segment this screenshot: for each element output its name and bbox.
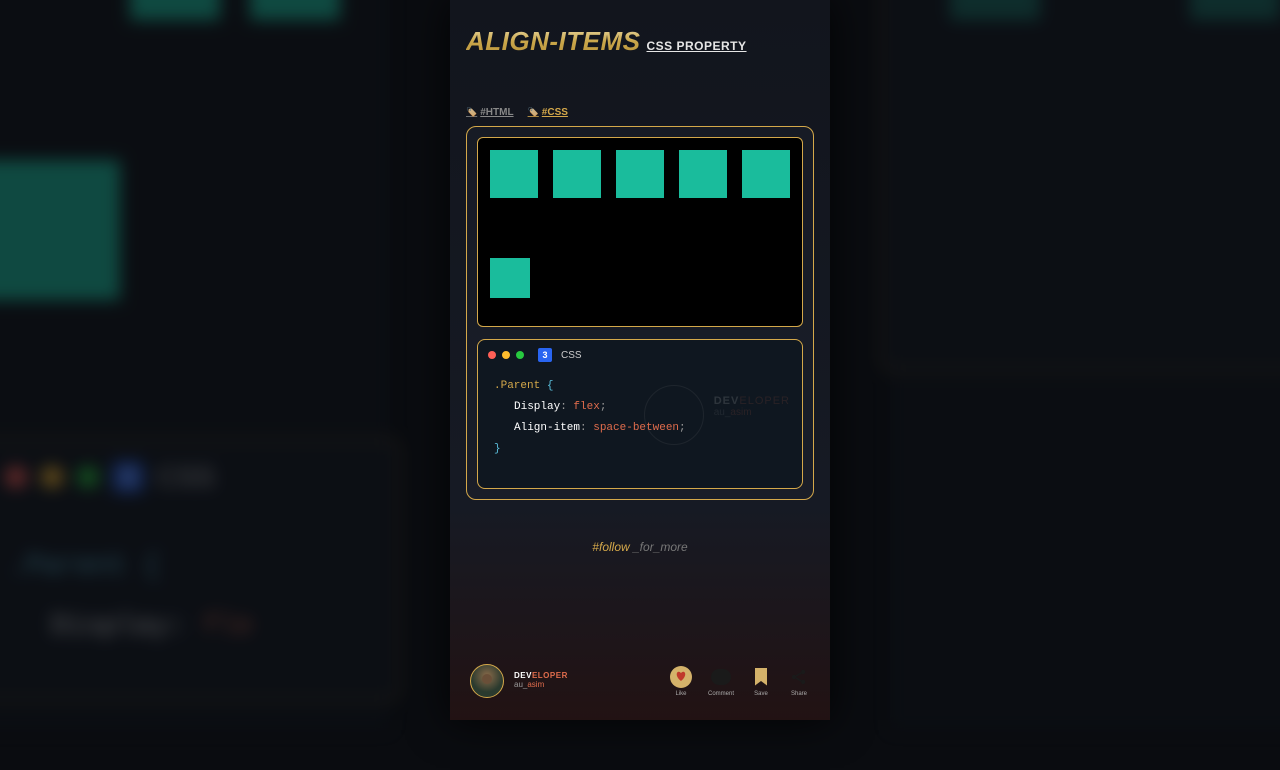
tab-css[interactable]: 🏷️ #CSS (528, 107, 568, 118)
title-sub: CSS PROPERTY (647, 39, 747, 53)
demo-flex-container (477, 137, 803, 327)
author-info: DEVELOPER au_asim (514, 672, 568, 690)
window-minimize-icon (502, 351, 510, 359)
comment-button[interactable]: Comment (708, 666, 734, 697)
share-icon (789, 667, 809, 687)
demo-box-3 (616, 150, 664, 198)
demo-box-1 (490, 150, 538, 198)
code-editor: 3 CSS .Parent { Display: flex; Align-ite… (477, 339, 803, 489)
content-panel: ALIGN-ITEMS CSS PROPERTY 🏷️ #HTML 🏷️ #CS… (450, 0, 830, 720)
bookmark-icon (755, 668, 767, 686)
share-button[interactable]: Share (788, 666, 810, 697)
demo-card: 3 CSS .Parent { Display: flex; Align-ite… (466, 126, 814, 500)
tag-icon: 🏷️ (466, 107, 477, 118)
title-main: ALIGN-ITEMS (466, 26, 641, 57)
like-button[interactable]: Like (670, 666, 692, 697)
window-maximize-icon (516, 351, 524, 359)
css3-icon: 3 (538, 348, 552, 362)
comment-icon (711, 669, 731, 685)
title-row: ALIGN-ITEMS CSS PROPERTY (466, 26, 814, 57)
code-body: .Parent { Display: flex; Align-item: spa… (478, 370, 802, 466)
follow-hashtag: #follow _for_more (466, 540, 814, 554)
code-header: 3 CSS (478, 340, 802, 370)
window-close-icon (488, 351, 496, 359)
save-button[interactable]: Save (750, 666, 772, 697)
code-lang-label: CSS (561, 350, 582, 361)
demo-box-6 (490, 258, 530, 298)
tabs: 🏷️ #HTML 🏷️ #CSS (466, 107, 814, 118)
demo-box-2 (553, 150, 601, 198)
action-bar: Like Comment Save (670, 666, 810, 697)
demo-box-5 (742, 150, 790, 198)
avatar[interactable] (470, 664, 504, 698)
demo-box-4 (679, 150, 727, 198)
footer: DEVELOPER au_asim Like Comment Save (466, 656, 814, 710)
heart-icon (670, 666, 692, 688)
tag-icon: 🏷️ (528, 107, 539, 118)
tab-html[interactable]: 🏷️ #HTML (466, 107, 514, 118)
